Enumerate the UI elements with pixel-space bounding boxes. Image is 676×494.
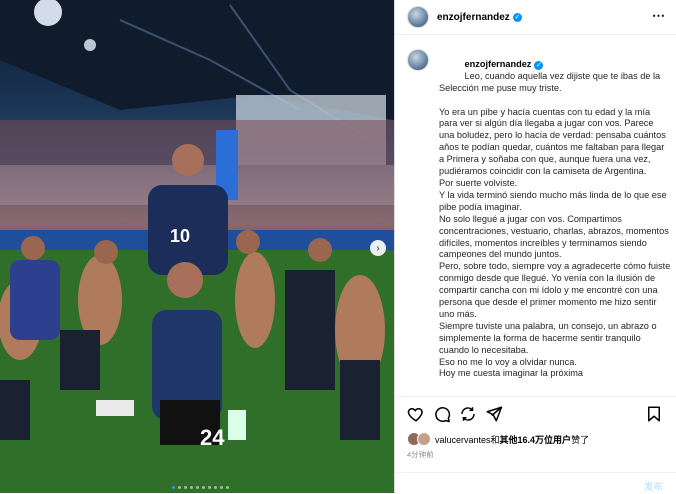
caption-scroll-area[interactable]: enzojfernandez ✓ Leo, cuando aquella vez … — [395, 43, 676, 395]
post-photo[interactable]: 10 24 › — [0, 0, 394, 493]
caption-avatar[interactable] — [407, 49, 429, 71]
chevron-right-icon: › — [376, 242, 380, 254]
caption-paragraph: Yo era un pibe y hacía cuentas con tu ed… — [439, 106, 669, 177]
caption-paragraph: Hoy me cuesta imaginar la próxima — [439, 368, 583, 379]
jersey-number-front: 10 — [170, 226, 190, 246]
likes-count[interactable]: 其他16.4万位用户 — [500, 433, 572, 446]
send-icon[interactable] — [485, 405, 503, 423]
comment-bar[interactable]: 发布 — [395, 472, 676, 494]
carousel-dot — [184, 486, 187, 489]
carousel-dot — [226, 486, 229, 489]
jersey-number-back: 24 — [200, 425, 225, 450]
likes-text-suffix: 赞了 — [571, 434, 590, 445]
verified-icon: ✓ — [534, 61, 544, 71]
carousel-dot — [178, 486, 181, 489]
carousel-dot — [208, 486, 211, 489]
carousel-dot — [214, 486, 217, 489]
verified-icon: ✓ — [512, 12, 522, 22]
carousel-dot — [196, 486, 199, 489]
post-comment-button[interactable]: 发布 — [644, 479, 663, 493]
username-link[interactable]: enzojfernandez — [437, 12, 510, 23]
caption-text: enzojfernandez ✓ Leo, cuando aquella vez … — [439, 47, 671, 380]
caption-paragraph: Eso no me lo voy a olvidar nunca. — [439, 356, 577, 367]
post-sidebar: enzojfernandez ✓ ⋯ enzojfernandez ✓ Leo, … — [394, 0, 676, 493]
carousel-indicator — [172, 486, 229, 489]
post-timestamp[interactable]: 4分钟前 — [407, 449, 434, 460]
caption-paragraph: No solo llegué a jugar con vos. Comparti… — [439, 213, 672, 260]
carousel-dot — [190, 486, 193, 489]
carousel-dot — [202, 486, 205, 489]
action-bar — [395, 396, 676, 427]
carousel-next-button[interactable]: › — [370, 240, 386, 256]
caption-paragraph: Leo, cuando aquella vez dijiste que te i… — [439, 70, 663, 93]
carousel-dot — [172, 486, 175, 489]
carousel-dot — [220, 486, 223, 489]
caption-username[interactable]: enzojfernandez — [465, 59, 532, 69]
post-header: enzojfernandez ✓ ⋯ — [395, 0, 676, 35]
caption-paragraph: Y la vida terminó siendo mucho más linda… — [439, 189, 670, 212]
bookmark-icon[interactable] — [645, 405, 663, 423]
more-options-icon[interactable]: ⋯ — [652, 8, 665, 24]
caption-paragraph: Siempre tuviste una palabra, un consejo,… — [439, 320, 660, 355]
likes-summary[interactable]: valucervantes和 其他16.4万位用户 赞了 — [407, 432, 589, 446]
comment-icon[interactable] — [433, 405, 451, 423]
photo-scene: 10 24 — [0, 0, 394, 493]
caption-paragraph: Pero, sobre todo, siempre voy a agradece… — [439, 261, 673, 319]
caption-paragraph: Por suerte volviste. — [439, 177, 518, 188]
share-icon[interactable] — [459, 405, 477, 423]
instagram-post: 10 24 › enzojfernandez ✓ ⋯ enzojfernande… — [0, 0, 676, 493]
avatar[interactable] — [407, 6, 429, 28]
heart-icon[interactable] — [407, 405, 425, 423]
liker-avatar — [417, 432, 431, 446]
likes-text-prefix[interactable]: valucervantes和 — [435, 433, 500, 446]
